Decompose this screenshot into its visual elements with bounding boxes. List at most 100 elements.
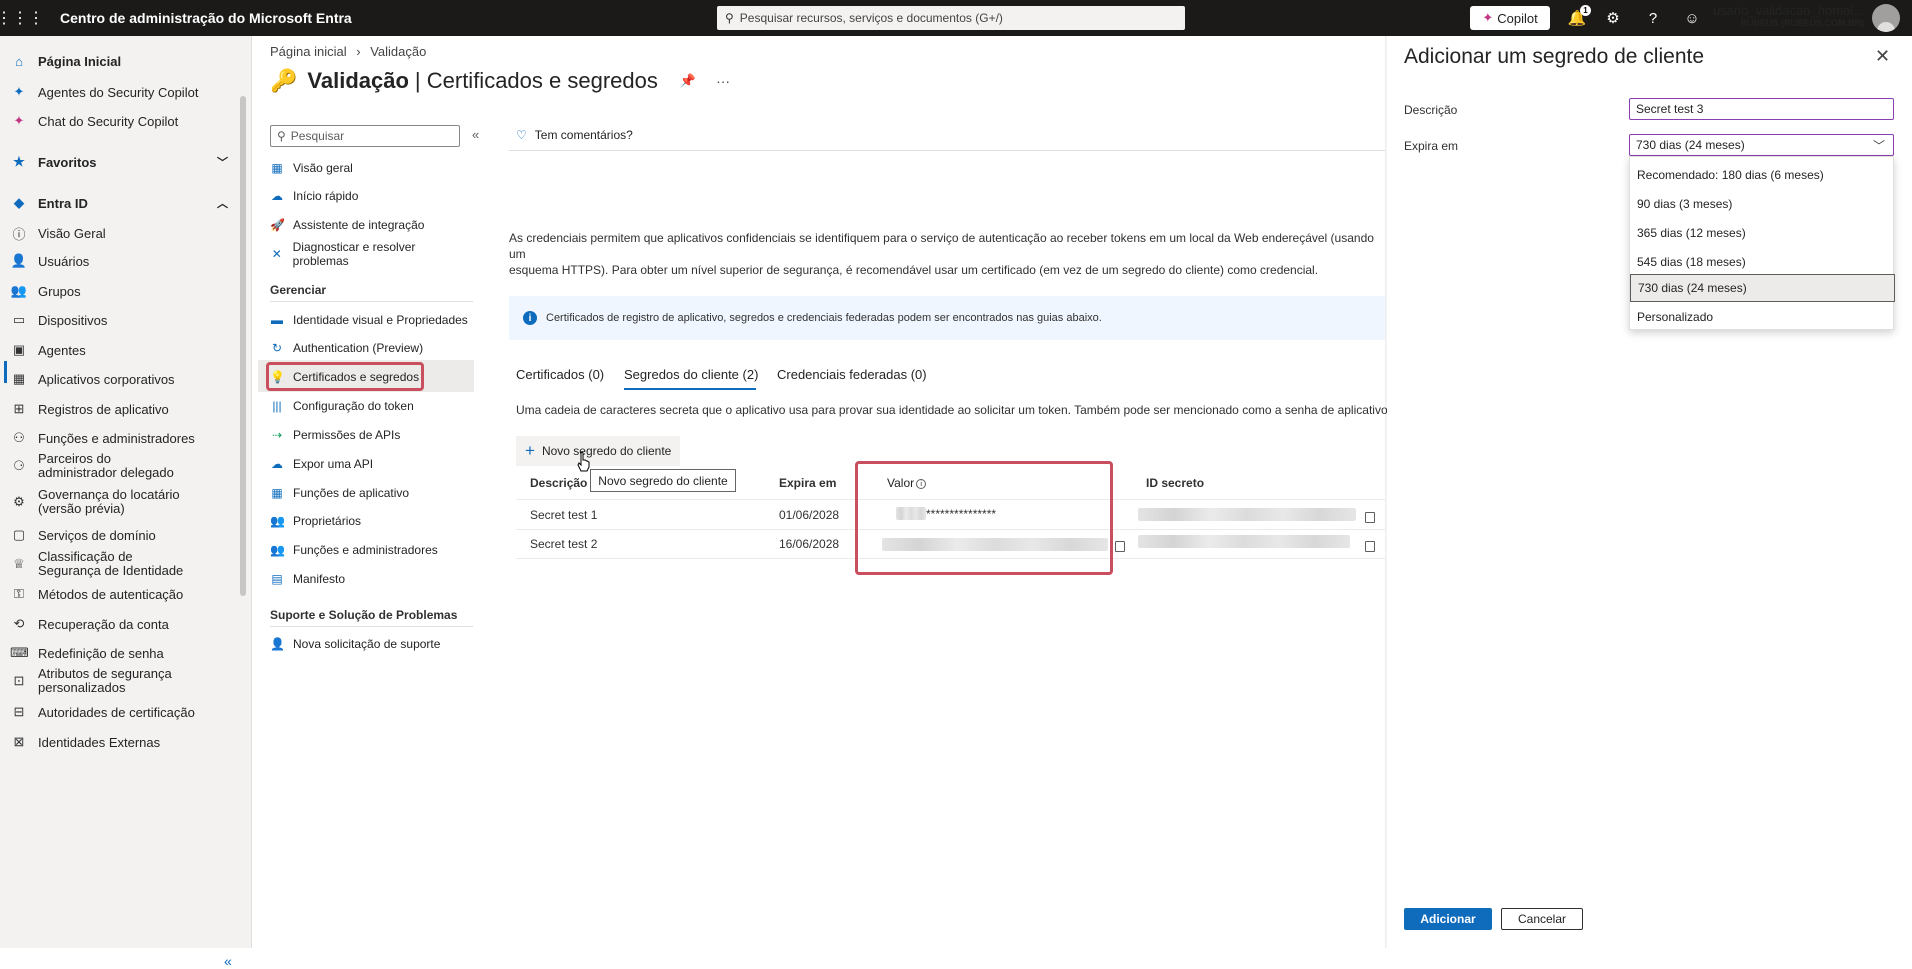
menu-diagnose[interactable]: ✕ Diagnosticar e resolver problemas [270,240,470,268]
pin-icon[interactable]: 📌 [680,73,696,89]
nav-entra-id[interactable]: ◆ Entra ID ︿ [0,195,240,211]
menu-expose-api[interactable]: ☁ Expor uma API [270,452,470,476]
menu-owners[interactable]: 👥 Proprietários [270,509,470,533]
nav-custom-security-attributes[interactable]: ⊡ Atributos de segurança personalizados [0,667,200,695]
copy-icon[interactable] [1115,541,1125,552]
account-info[interactable]: usario_validacao_homol... RUBEUS (RUBEUS… [1700,4,1864,30]
highlight-box-menu [266,362,424,391]
menu-overview[interactable]: ▦ Visão geral [270,156,470,180]
search-icon: ⚲ [277,129,286,143]
feedback-icon[interactable]: ☺ [1682,8,1702,28]
description-field[interactable]: Secret test 3 [1629,98,1894,120]
feedback-link[interactable]: ♡ Tem comentários? [516,128,633,142]
nav-roles-admins[interactable]: ⚇ Funções e administradores [0,430,240,446]
option-545-days[interactable]: 545 dias (18 meses) [1630,248,1895,276]
nav-security-copilot-chat[interactable]: ✦ Chat do Security Copilot [0,113,240,129]
nav-favorites[interactable]: ★ Favoritos ﹀ [0,154,240,170]
help-icon[interactable]: ? [1643,8,1663,28]
nav-overview[interactable]: ⓘ Visão Geral [0,224,240,243]
avatar[interactable] [1872,4,1900,32]
breadcrumb-current[interactable]: Validação [370,44,426,59]
column-header-secret-id[interactable]: ID secreto [1146,476,1204,490]
row1-description: Secret test 1 [530,508,598,522]
branding-icon: ▬ [271,313,283,327]
nav-certificate-authorities[interactable]: ⊟ Autoridades de certificação [0,704,240,720]
copilot-label: Copilot [1497,10,1538,26]
collapse-nav-icon[interactable]: « [224,953,232,969]
nav-identity-secure-score[interactable]: ♕ Classificação de Segurança de Identidad… [0,550,205,578]
add-button[interactable]: Adicionar [1404,908,1492,930]
resource-menu-search-input[interactable]: ⚲ Pesquisar [270,125,460,147]
nav-security-copilot-agents[interactable]: ✦ Agentes do Security Copilot [0,84,240,100]
notifications-icon[interactable]: 🔔 1 [1567,5,1591,28]
settings-icon[interactable]: ⚙ [1603,8,1623,28]
credentials-description: As credenciais permitem que aplicativos … [509,231,1374,277]
option-180-days[interactable]: Recomendado: 180 dias (6 meses) [1630,161,1895,189]
cloud-icon: ☁ [271,457,283,471]
more-options-icon[interactable]: ··· [716,73,730,89]
menu-roles-admins[interactable]: 👥 Funções e administradores [270,538,470,562]
close-icon[interactable]: ✕ [1875,46,1890,67]
redacted-secret-id [1138,508,1356,521]
app-launcher-icon[interactable]: ⋮⋮⋮ [0,0,44,36]
nav-app-registrations[interactable]: ⊞ Registros de aplicativo [0,401,240,417]
nav-account-recovery[interactable]: ⟲ Recuperação da conta [0,616,240,632]
menu-authentication[interactable]: ↻ Authentication (Preview) [270,336,470,360]
nav-domain-services[interactable]: ▢ Serviços de domínio [0,527,240,543]
page-title-section: | Certificados e segredos [414,68,658,93]
nav-delegated-admin-partners[interactable]: ⚆ Parceiros do administrador delegado [0,452,200,480]
menu-token-configuration[interactable]: ||| Configuração do token [270,394,470,418]
copy-icon[interactable] [1365,541,1375,552]
menu-manifest[interactable]: ▤ Manifesto [270,567,470,591]
breadcrumb-home[interactable]: Página inicial [270,44,347,59]
portal-title[interactable]: Centro de administração do Microsoft Ent… [60,10,352,26]
nav-enterprise-apps[interactable]: ▦ Aplicativos corporativos [0,371,240,387]
nav-scrollbar[interactable] [240,96,246,596]
menu-integration-assistant[interactable]: 🚀 Assistente de integração [270,213,470,237]
nav-groups[interactable]: 👥 Grupos [0,283,240,299]
column-header-expires[interactable]: Expira em [779,476,836,490]
new-client-secret-button[interactable]: + Novo segredo do cliente [516,436,680,466]
nav-external-identities[interactable]: ⊠ Identidades Externas [0,734,240,750]
cancel-button[interactable]: Cancelar [1501,908,1583,930]
nav-agents[interactable]: ▣ Agentes [0,342,240,358]
menu-quickstart[interactable]: ☁ Início rápido [270,184,470,208]
global-search-input[interactable]: ⚲ Pesquisar recursos, serviços e documen… [717,6,1185,30]
add-client-secret-panel: Adicionar um segredo de cliente ✕ Descri… [1387,36,1912,948]
password-icon: ⌨ [10,645,29,660]
menu-app-roles[interactable]: ▦ Funções de aplicativo [270,481,470,505]
column-header-description[interactable]: Descrição [530,476,587,490]
governance-icon: ⚙ [13,494,25,509]
recovery-icon: ⟲ [13,616,25,631]
menu-new-support-request[interactable]: 👤 Nova solicitação de suporte [270,632,470,656]
quickstart-icon: ☁ [271,189,283,203]
info-icon: i [523,311,537,325]
copilot-button[interactable]: ✦ Copilot [1470,6,1550,30]
option-custom[interactable]: Personalizado [1630,303,1895,331]
copy-icon[interactable] [1365,512,1375,523]
menu-api-permissions[interactable]: ⇢ Permissões de APIs [270,423,470,447]
expires-options-list: Recomendado: 180 dias (6 meses) 90 dias … [1629,156,1895,331]
nav-devices[interactable]: ▭ Dispositivos [0,312,240,328]
nav-tenant-governance[interactable]: ⚙ Governança do locatário (versão prévia) [0,488,200,516]
support-section-header: Suporte e Solução de Problemas [270,608,458,622]
nav-password-reset[interactable]: ⌨ Redefinição de senha [0,645,240,661]
tab-certificates[interactable]: Certificados (0) [516,367,604,382]
expires-label: Expira em [1404,139,1459,153]
mouse-cursor-icon [577,452,590,472]
nav-users[interactable]: 👤 Usuários [0,253,240,269]
expires-dropdown[interactable]: 730 dias (24 meses) ﹀ [1629,134,1894,156]
nav-auth-methods[interactable]: ⚿ Métodos de autenticação [0,586,240,602]
option-730-days[interactable]: 730 dias (24 meses) [1630,274,1895,302]
support-icon: 👤 [270,637,285,651]
tab-client-secrets[interactable]: Segredos do cliente (2) [624,367,758,382]
breadcrumb: Página inicial › Validação [270,44,426,59]
nav-home[interactable]: ⌂ Página Inicial [0,54,240,69]
star-icon: ★ [13,154,25,169]
collapse-menu-icon[interactable]: « [472,127,479,142]
group-icon: 👥 [10,283,28,298]
tab-federated-credentials[interactable]: Credenciais federadas (0) [777,367,927,382]
option-90-days[interactable]: 90 dias (3 meses) [1630,190,1895,218]
option-365-days[interactable]: 365 dias (12 meses) [1630,219,1895,247]
menu-branding[interactable]: ▬ Identidade visual e Propriedades [270,308,470,332]
